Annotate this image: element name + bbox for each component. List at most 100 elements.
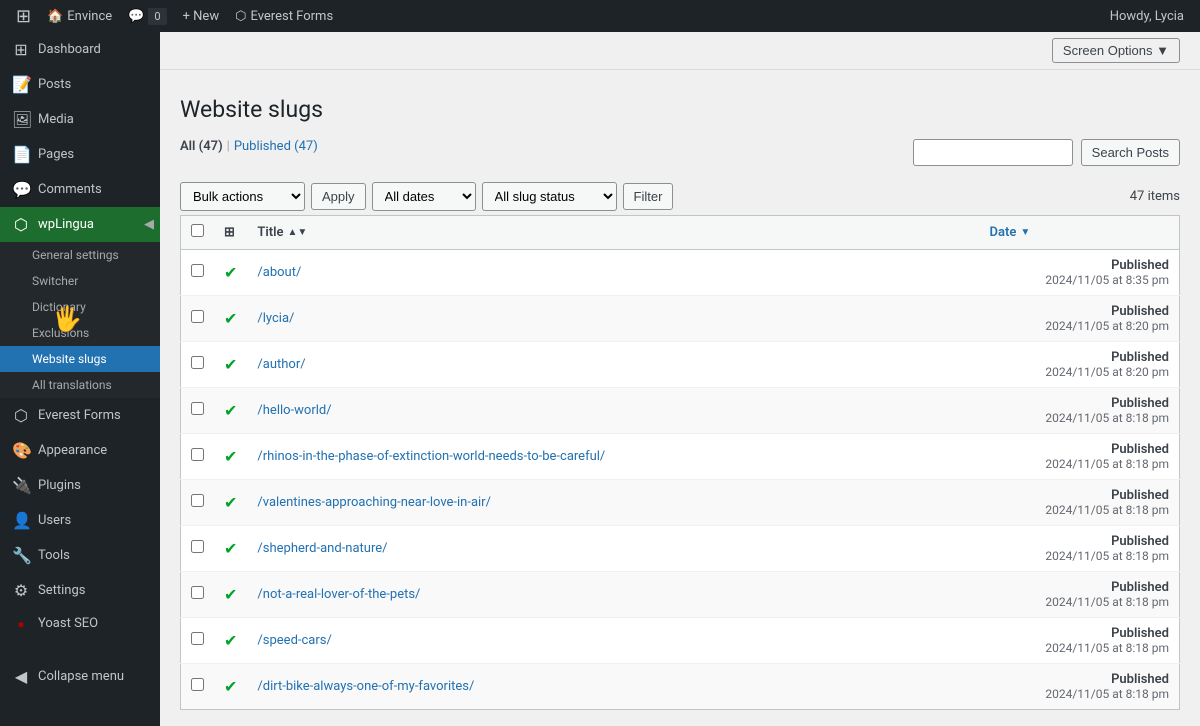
sidebar-item-settings[interactable]: ⚙ Settings bbox=[0, 573, 160, 608]
row-slug-cell: /dirt-bike-always-one-of-my-favorites/ bbox=[247, 664, 979, 710]
row-checkbox[interactable] bbox=[191, 632, 204, 645]
select-all-checkbox[interactable] bbox=[191, 224, 204, 237]
row-checkbox-cell bbox=[181, 342, 215, 388]
collapse-menu-icon: ◀ bbox=[12, 667, 30, 686]
filter-tab-all-link[interactable]: All (47) bbox=[180, 139, 223, 154]
date-status: Published bbox=[1111, 626, 1169, 641]
sidebar-item-exclusions[interactable]: Exclusions bbox=[0, 320, 160, 346]
row-checkbox[interactable] bbox=[191, 494, 204, 507]
sidebar-item-general-settings[interactable]: General settings bbox=[0, 242, 160, 268]
adminbar-everest-forms[interactable]: ⬡ Everest Forms bbox=[227, 0, 341, 32]
sidebar-item-posts[interactable]: 📝 Posts bbox=[0, 67, 160, 102]
sidebar-item-yoast-seo[interactable]: ● Yoast SEO bbox=[0, 608, 160, 639]
screen-options-button[interactable]: Screen Options ▼ bbox=[1052, 38, 1180, 63]
slug-link[interactable]: /about/ bbox=[257, 265, 301, 280]
date-sort-arrow: ▼ bbox=[1020, 227, 1030, 238]
row-slug-cell: /not-a-real-lover-of-the-pets/ bbox=[247, 572, 979, 618]
date-sort-link[interactable]: Date ▼ bbox=[990, 225, 1170, 240]
sidebar-item-dashboard[interactable]: ⊞ Dashboard bbox=[0, 32, 160, 67]
row-checkbox-cell bbox=[181, 572, 215, 618]
row-checkbox[interactable] bbox=[191, 264, 204, 277]
slug-link[interactable]: /shepherd-and-nature/ bbox=[257, 541, 387, 556]
date-value: 2024/11/05 at 8:18 pm bbox=[1045, 549, 1169, 563]
table-row: ✔ /not-a-real-lover-of-the-pets/ Publish… bbox=[181, 572, 1180, 618]
sidebar-item-everest-forms[interactable]: ⬡ Everest Forms bbox=[0, 398, 160, 433]
row-checkbox[interactable] bbox=[191, 402, 204, 415]
sidebar-item-users[interactable]: 👤 Users bbox=[0, 503, 160, 538]
row-checkbox[interactable] bbox=[191, 540, 204, 553]
adminbar-comments[interactable]: 💬 0 bbox=[120, 0, 174, 32]
row-slug-cell: /hello-world/ bbox=[247, 388, 979, 434]
sidebar-item-tools[interactable]: 🔧 Tools bbox=[0, 538, 160, 573]
all-slug-status-wrap: All slug status bbox=[482, 182, 617, 211]
filter-tab-published-link[interactable]: Published (47) bbox=[234, 139, 318, 154]
filter-tab-all[interactable]: All (47) | bbox=[180, 139, 234, 154]
row-status-cell: ✔ bbox=[214, 434, 247, 480]
table-row: ✔ /shepherd-and-nature/ Published 2024/1… bbox=[181, 526, 1180, 572]
apply-button[interactable]: Apply bbox=[311, 183, 366, 210]
row-checkbox-cell bbox=[181, 296, 215, 342]
bulk-actions-select[interactable]: Bulk actions bbox=[180, 182, 305, 211]
row-checkbox[interactable] bbox=[191, 448, 204, 461]
date-status: Published bbox=[1111, 534, 1169, 549]
all-dates-select[interactable]: All dates bbox=[372, 182, 476, 211]
row-status-cell: ✔ bbox=[214, 296, 247, 342]
row-checkbox-cell bbox=[181, 388, 215, 434]
adminbar-site-name[interactable]: 🏠 Envince bbox=[39, 0, 120, 32]
settings-icon: ⚙ bbox=[12, 581, 30, 600]
sidebar-item-all-translations[interactable]: All translations bbox=[0, 372, 160, 398]
sidebar-item-wplingua[interactable]: ⬡ wpLingua ◀ bbox=[0, 207, 160, 242]
sidebar-item-dictionary[interactable]: Dictionary bbox=[0, 294, 160, 320]
sidebar-item-media[interactable]: 🖼 Media bbox=[0, 102, 160, 137]
row-slug-cell: /author/ bbox=[247, 342, 979, 388]
row-slug-cell: /valentines-approaching-near-love-in-air… bbox=[247, 480, 979, 526]
published-icon: ✔ bbox=[224, 585, 237, 604]
search-posts-input[interactable] bbox=[913, 139, 1073, 166]
adminbar-user[interactable]: Howdy, Lycia bbox=[1102, 0, 1192, 32]
slug-link[interactable]: /hello-world/ bbox=[257, 403, 331, 418]
published-icon: ✔ bbox=[224, 355, 237, 374]
date-value: 2024/11/05 at 8:35 pm bbox=[1045, 273, 1169, 287]
row-status-cell: ✔ bbox=[214, 342, 247, 388]
plugins-icon: 🔌 bbox=[12, 476, 30, 495]
filter-tab-published[interactable]: Published (47) bbox=[234, 139, 318, 154]
date-value: 2024/11/05 at 8:18 pm bbox=[1045, 411, 1169, 425]
sidebar-item-plugins[interactable]: 🔌 Plugins bbox=[0, 468, 160, 503]
slug-link[interactable]: /valentines-approaching-near-love-in-air… bbox=[257, 495, 491, 510]
slug-link[interactable]: /lycia/ bbox=[257, 311, 294, 326]
slug-link[interactable]: /speed-cars/ bbox=[257, 633, 331, 648]
row-checkbox[interactable] bbox=[191, 356, 204, 369]
date-value: 2024/11/05 at 8:18 pm bbox=[1045, 595, 1169, 609]
slug-link[interactable]: /dirt-bike-always-one-of-my-favorites/ bbox=[257, 679, 474, 694]
search-posts-button[interactable]: Search Posts bbox=[1081, 139, 1180, 166]
bulk-actions-wrap: Bulk actions bbox=[180, 182, 305, 211]
wplingua-collapse-icon: ◀ bbox=[144, 217, 154, 232]
sidebar-item-switcher[interactable]: Switcher bbox=[0, 268, 160, 294]
pages-icon: 📄 bbox=[12, 145, 30, 164]
row-checkbox[interactable] bbox=[191, 678, 204, 691]
row-date-cell: Published 2024/11/05 at 8:18 pm bbox=[980, 434, 1180, 480]
filter-button[interactable]: Filter bbox=[623, 183, 674, 210]
slug-link[interactable]: /not-a-real-lover-of-the-pets/ bbox=[257, 587, 420, 602]
adminbar-new[interactable]: + New bbox=[175, 0, 228, 32]
slug-link[interactable]: /rhinos-in-the-phase-of-extinction-world… bbox=[257, 449, 605, 464]
slug-link[interactable]: /author/ bbox=[257, 357, 305, 372]
row-checkbox[interactable] bbox=[191, 586, 204, 599]
all-slug-status-select[interactable]: All slug status bbox=[482, 182, 617, 211]
date-value: 2024/11/05 at 8:20 pm bbox=[1045, 365, 1169, 379]
row-date-cell: Published 2024/11/05 at 8:35 pm bbox=[980, 250, 1180, 296]
adminbar-wp-logo[interactable]: ⊞ bbox=[8, 0, 39, 32]
date-status: Published bbox=[1111, 580, 1169, 595]
sidebar-item-pages[interactable]: 📄 Pages bbox=[0, 137, 160, 172]
row-checkbox[interactable] bbox=[191, 310, 204, 323]
sidebar-item-website-slugs[interactable]: Website slugs bbox=[0, 346, 160, 372]
all-dates-wrap: All dates bbox=[372, 182, 476, 211]
sidebar-item-collapse-menu[interactable]: ◀ Collapse menu bbox=[0, 659, 160, 694]
row-status-cell: ✔ bbox=[214, 526, 247, 572]
published-icon: ✔ bbox=[224, 493, 237, 512]
published-icon: ✔ bbox=[224, 401, 237, 420]
title-sort-link[interactable]: Title ▲▼ bbox=[257, 225, 969, 240]
sidebar-item-comments[interactable]: 💬 Comments bbox=[0, 172, 160, 207]
sidebar-item-appearance[interactable]: 🎨 Appearance bbox=[0, 433, 160, 468]
date-value: 2024/11/05 at 8:18 pm bbox=[1045, 641, 1169, 655]
